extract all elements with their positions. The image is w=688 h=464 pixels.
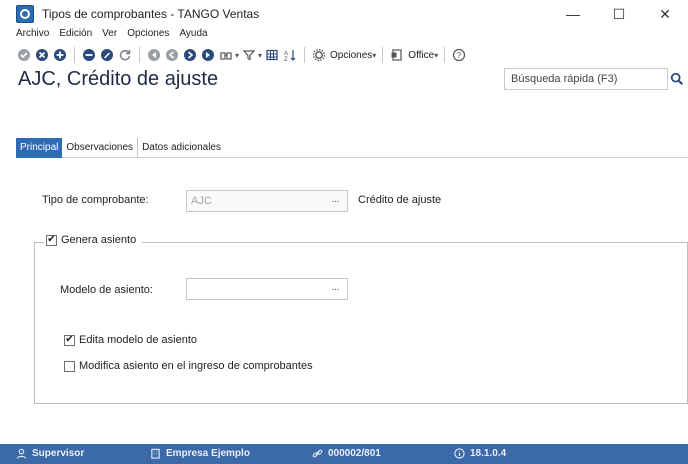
status-code: 000002/801 — [312, 448, 381, 459]
status-user: Supervisor — [16, 448, 84, 459]
window-controls: — ☐ ✕ — [550, 0, 688, 28]
tab-principal[interactable]: Principal — [16, 138, 63, 158]
tipo-comprobante-value: AJC — [191, 195, 212, 207]
sort-icon[interactable]: AZ — [282, 47, 298, 63]
tab-bar: Principal Observaciones Datos adicionale… — [16, 138, 688, 158]
office-icon — [389, 47, 405, 63]
modifica-asiento-label: Modifica asiento en el ingreso de compro… — [79, 360, 313, 372]
filter-icon[interactable] — [241, 47, 257, 63]
chevron-down-icon: ▾ — [434, 50, 439, 60]
tab-datos-adicionales[interactable]: Datos adicionales — [138, 138, 225, 158]
status-code-text: 000002/801 — [328, 448, 381, 459]
window-title: Tipos de comprobantes - TANGO Ventas — [42, 7, 260, 21]
user-icon — [16, 448, 27, 459]
genera-asiento-label: Genera asiento — [61, 234, 137, 246]
toolbar-separator — [444, 47, 446, 63]
chevron-down-icon: ▾ — [372, 50, 377, 60]
office-label: Office — [408, 49, 435, 61]
lookup-button[interactable]: ··· — [327, 283, 343, 295]
svg-text:?: ? — [457, 51, 462, 60]
opciones-label: Opciones — [330, 49, 373, 61]
delete-icon[interactable] — [81, 47, 97, 63]
edit-icon[interactable] — [99, 47, 115, 63]
modifica-asiento-checkbox[interactable] — [64, 360, 75, 372]
tipo-comprobante-label: Tipo de comprobante: — [42, 194, 149, 206]
search-input[interactable]: Búsqueda rápida (F3) — [504, 68, 668, 90]
edita-modelo-checkbox[interactable]: ✔ — [64, 334, 75, 346]
genera-asiento-checkbox[interactable]: ✔ — [46, 234, 57, 246]
info-icon — [454, 448, 465, 459]
chevron-down-icon[interactable]: ▾ — [235, 51, 239, 60]
svg-text:Z: Z — [284, 57, 288, 62]
title-bar: Tipos de comprobantes - TANGO Ventas — ☐… — [0, 0, 688, 28]
menu-opciones[interactable]: Opciones — [127, 28, 169, 44]
chevron-down-icon[interactable]: ▾ — [258, 51, 262, 60]
refresh-icon[interactable] — [117, 47, 133, 63]
maximize-button[interactable]: ☐ — [596, 0, 642, 28]
genera-asiento-group — [34, 242, 688, 404]
last-record-icon[interactable] — [200, 47, 216, 63]
minimize-button[interactable]: — — [550, 0, 596, 28]
app-icon — [16, 5, 34, 23]
lookup-button[interactable]: ··· — [327, 195, 343, 207]
status-company: Empresa Ejemplo — [150, 448, 250, 459]
grid-icon[interactable] — [264, 47, 280, 63]
building-icon — [150, 448, 161, 459]
status-version-text: 18.1.0.4 — [470, 448, 507, 459]
menu-edicion[interactable]: Edición — [59, 28, 92, 44]
link-icon — [312, 448, 323, 459]
edita-modelo-label: Edita modelo de asiento — [79, 334, 198, 346]
help-icon[interactable]: ? — [451, 47, 467, 63]
toolbar: ▾ ▾ AZ Opciones ▾ Office ▾ ? — [16, 44, 467, 66]
edita-modelo-row[interactable]: ✔ Edita modelo de asiento — [64, 334, 197, 346]
cancel-icon[interactable] — [34, 47, 50, 63]
binoculars-icon[interactable] — [218, 47, 234, 63]
page-title: AJC, Crédito de ajuste — [18, 68, 219, 90]
first-record-icon[interactable] — [146, 47, 162, 63]
tipo-comprobante-description: Crédito de ajuste — [358, 194, 442, 206]
confirm-icon[interactable] — [16, 47, 32, 63]
genera-asiento-checkbox-row[interactable]: ✔ Genera asiento — [44, 234, 143, 246]
previous-record-icon[interactable] — [164, 47, 180, 63]
toolbar-separator — [382, 47, 384, 63]
toolbar-separator — [139, 47, 140, 63]
modelo-asiento-field[interactable]: ··· — [186, 278, 348, 300]
status-company-text: Empresa Ejemplo — [166, 448, 250, 459]
gear-icon — [311, 47, 327, 63]
close-button[interactable]: ✕ — [642, 0, 688, 28]
status-user-text: Supervisor — [32, 448, 85, 459]
menu-archivo[interactable]: Archivo — [16, 28, 49, 44]
toolbar-separator — [74, 47, 75, 63]
tab-observaciones[interactable]: Observaciones — [62, 138, 139, 158]
modifica-asiento-row[interactable]: Modifica asiento en el ingreso de compro… — [64, 360, 313, 372]
search-icon[interactable] — [668, 70, 686, 88]
next-record-icon[interactable] — [182, 47, 198, 63]
status-bar: Supervisor Empresa Ejemplo 000002/801 18… — [0, 444, 688, 464]
tipo-comprobante-field[interactable]: AJC ··· — [186, 190, 348, 212]
menu-bar: Archivo Edición Ver Opciones Ayuda — [16, 28, 208, 44]
form-panel: Tipo de comprobante: AJC ··· Crédito de … — [16, 158, 688, 420]
menu-ayuda[interactable]: Ayuda — [179, 28, 207, 44]
opciones-menu-button[interactable]: Opciones ▾ — [311, 47, 376, 63]
status-version: 18.1.0.4 — [454, 448, 506, 459]
add-icon[interactable] — [52, 47, 68, 63]
modelo-asiento-label: Modelo de asiento: — [60, 284, 153, 296]
office-menu-button[interactable]: Office ▾ — [389, 47, 438, 63]
toolbar-separator — [304, 47, 306, 63]
menu-ver[interactable]: Ver — [102, 28, 117, 44]
